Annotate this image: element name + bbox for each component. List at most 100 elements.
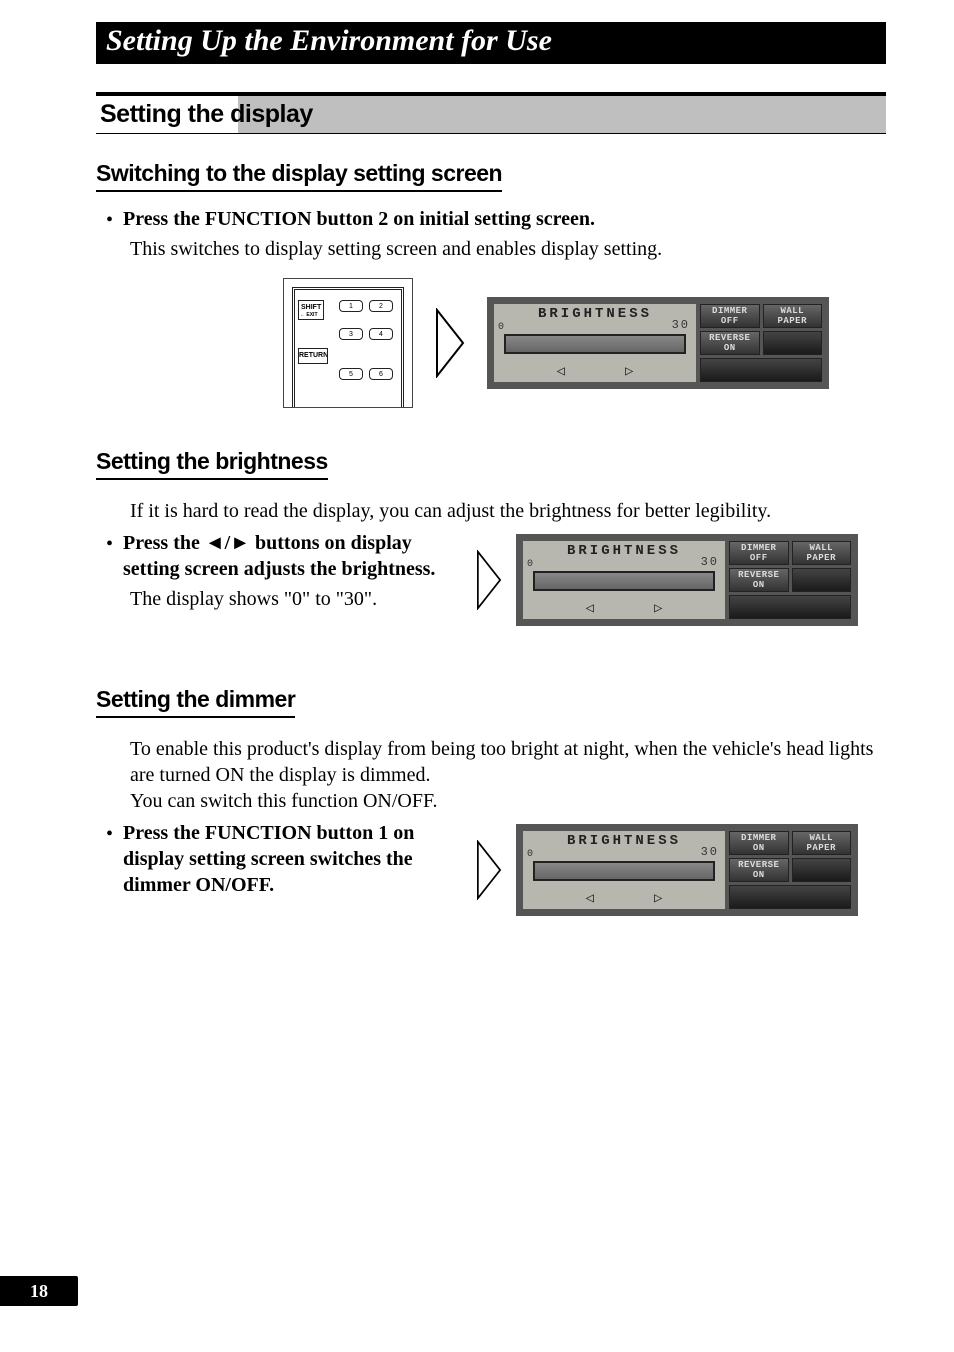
- subsection-heading: Setting the dimmer: [96, 686, 295, 718]
- two-col-brightness: • Press the ◄/► buttons on display setti…: [96, 530, 886, 626]
- lcd-btn-rev-top: REVERSE: [709, 333, 750, 343]
- subsection-heading: Switching to the display setting screen: [96, 160, 502, 192]
- lcd-btn-rev-bot: ON: [724, 343, 736, 353]
- lcd-btn-reverse: REVERSE ON: [700, 331, 760, 355]
- lcd-nav: ◁ ▷: [494, 363, 696, 380]
- lcd-nav-left-icon: ◁: [586, 600, 594, 617]
- lcd-btn-reverse: REVERSE ON: [729, 568, 789, 592]
- lcd-buttons: DIMMER ON WALL PAPER REVERSE ON: [729, 831, 851, 909]
- lcd-btn-dimmer: DIMMER OFF: [729, 541, 789, 565]
- lcd-btn-wall-top: WALL: [809, 833, 833, 843]
- lcd-nav-left-icon: ◁: [586, 890, 594, 907]
- lcd-btn-empty: [763, 331, 823, 355]
- lcd-nav: ◁ ▷: [523, 890, 725, 907]
- bullet-bold: Press the FUNCTION button 1 on display s…: [123, 822, 414, 896]
- lcd-bar: [533, 861, 715, 881]
- page-number: 18: [0, 1276, 78, 1306]
- lcd-btn-empty2: [729, 595, 851, 619]
- lcd-btn-wallpaper: WALL PAPER: [792, 831, 852, 855]
- lcd-btn-empty: [792, 568, 852, 592]
- lcd-btn-wallpaper: WALL PAPER: [792, 541, 852, 565]
- lcd-bar: [504, 334, 686, 354]
- lcd-btn-dimmer: DIMMER OFF: [700, 304, 760, 328]
- lcd-btn-wall-top: WALL: [780, 306, 804, 316]
- bullet-dot-icon: •: [106, 208, 113, 232]
- lcd-nav-right-icon: ▷: [625, 363, 633, 380]
- lcd-btn-dimmer-top: DIMMER: [712, 306, 747, 316]
- lcd-nav-right-icon: ▷: [654, 890, 662, 907]
- lcd-btn-rev-bot: ON: [753, 870, 765, 880]
- chapter-bar: Setting Up the Environment for Use: [96, 22, 886, 64]
- lcd-btn-rev-top: REVERSE: [738, 860, 779, 870]
- section-bar: Setting the display: [96, 92, 886, 134]
- bullet-row: • Press the FUNCTION button 1 on display…: [106, 820, 416, 898]
- figure-dimmer: BRIGHTNESS 0 30 ◁ ▷ DIMMER: [476, 820, 858, 916]
- lcd-btn-empty2: [700, 358, 822, 382]
- lcd-btn-wallpaper: WALL PAPER: [763, 304, 823, 328]
- bullet-bold: Press the FUNCTION button 2 on initial s…: [123, 208, 595, 230]
- two-col-dimmer: • Press the FUNCTION button 1 on display…: [96, 820, 886, 916]
- key-5: 5: [339, 368, 363, 380]
- subsection-dimmer: Setting the dimmer To enable this produc…: [96, 686, 886, 916]
- bullet-dot-icon: •: [106, 532, 113, 556]
- remote-figure: SHIFT ← EXIT RETURN 1 2 3 4 5 6: [283, 278, 413, 408]
- return-button: [298, 348, 328, 364]
- bullet-text: Press the FUNCTION button 2 on initial s…: [123, 206, 595, 232]
- arrow-right-icon: [435, 308, 465, 378]
- bullet-text: Press the ◄/► buttons on display setting…: [123, 530, 456, 582]
- lcd-buttons: DIMMER OFF WALL PAPER REVERSE ON: [700, 304, 822, 382]
- lcd-nav-left-icon: ◁: [557, 363, 565, 380]
- bullet-body: The display shows "0" to "30".: [130, 586, 456, 612]
- key-2: 2: [369, 300, 393, 312]
- lcd-main: BRIGHTNESS 0 30 ◁ ▷: [494, 304, 696, 382]
- lcd-btn-wall-bot: PAPER: [777, 316, 807, 326]
- bullet-row: • Press the ◄/► buttons on display setti…: [106, 530, 456, 582]
- key-6: 6: [369, 368, 393, 380]
- shift-button: [298, 300, 324, 320]
- left-right-triangle-icon: ◄/►: [205, 532, 250, 554]
- lcd-btn-dimmer-bot: ON: [753, 843, 765, 853]
- section-title: Setting the display: [100, 96, 882, 133]
- lcd-title: BRIGHTNESS: [494, 306, 696, 322]
- lcd-title: BRIGHTNESS: [523, 543, 725, 559]
- lcd-buttons: DIMMER OFF WALL PAPER REVERSE ON: [729, 541, 851, 619]
- subsection-heading: Setting the brightness: [96, 448, 328, 480]
- lcd-btn-empty2: [729, 885, 851, 909]
- figure-brightness: BRIGHTNESS 0 30 ◁ ▷ DIMMER: [476, 530, 858, 626]
- lcd-nav-right-icon: ▷: [654, 600, 662, 617]
- page: Setting Up the Environment for Use Setti…: [0, 0, 954, 1352]
- bullet-row: • Press the FUNCTION button 2 on initial…: [106, 206, 886, 232]
- arrow-right-icon: [476, 840, 502, 900]
- lcd-scale-left: 0: [527, 559, 533, 570]
- lcd-btn-empty: [792, 858, 852, 882]
- lcd-btn-dimmer-top: DIMMER: [741, 833, 776, 843]
- subsection-switching: Switching to the display setting screen …: [96, 160, 886, 408]
- lcd-btn-wall-bot: PAPER: [806, 553, 836, 563]
- lcd-bar: [533, 571, 715, 591]
- intro-text: To enable this product's display from be…: [130, 736, 886, 814]
- lcd-btn-reverse: REVERSE ON: [729, 858, 789, 882]
- key-1: 1: [339, 300, 363, 312]
- intro-text: If it is hard to read the display, you c…: [130, 498, 886, 524]
- lcd-scale-left: 0: [498, 322, 504, 333]
- lcd-btn-wall-top: WALL: [809, 543, 833, 553]
- lcd-scale-right: 30: [672, 318, 690, 332]
- lcd-main: BRIGHTNESS 0 30 ◁ ▷: [523, 541, 725, 619]
- key-4: 4: [369, 328, 393, 340]
- lcd-main: BRIGHTNESS 0 30 ◁ ▷: [523, 831, 725, 909]
- lcd-btn-dimmer-top: DIMMER: [741, 543, 776, 553]
- bullet-dot-icon: •: [106, 822, 113, 846]
- lcd-btn-rev-top: REVERSE: [738, 570, 779, 580]
- lcd-scale-left: 0: [527, 849, 533, 860]
- lcd-title: BRIGHTNESS: [523, 833, 725, 849]
- lcd-btn-dimmer-bot: OFF: [750, 553, 768, 563]
- chapter-title: Setting Up the Environment for Use: [106, 24, 876, 58]
- lcd-scale-right: 30: [701, 845, 719, 859]
- arrow-right-icon: [476, 550, 502, 610]
- lcd-nav: ◁ ▷: [523, 600, 725, 617]
- subsection-brightness: Setting the brightness If it is hard to …: [96, 448, 886, 626]
- lcd-panel-2: BRIGHTNESS 0 30 ◁ ▷ DIMMER: [516, 534, 858, 626]
- figure-row-1: SHIFT ← EXIT RETURN 1 2 3 4 5 6: [226, 278, 886, 408]
- lcd-btn-wall-bot: PAPER: [806, 843, 836, 853]
- bullet-bold-pre: Press the: [123, 532, 205, 554]
